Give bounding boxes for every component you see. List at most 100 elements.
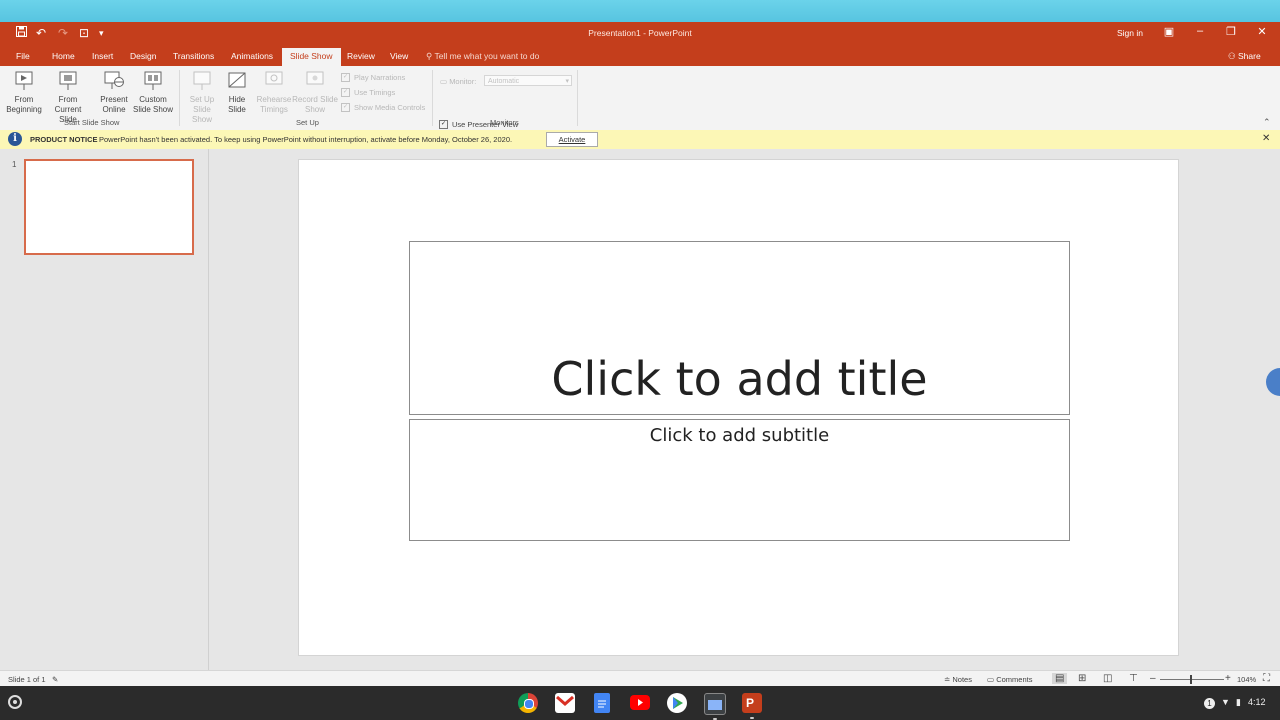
slide-editing-area: Click to add title Click to add subtitle <box>209 149 1280 670</box>
tab-file[interactable]: File <box>16 51 30 61</box>
wifi-icon[interactable]: ▼ <box>1221 697 1230 707</box>
zoom-level[interactable]: 104% <box>1237 675 1256 684</box>
close-icon[interactable]: ✕ <box>1254 25 1270 38</box>
slide-show-view-icon[interactable]: ⊤ <box>1129 673 1138 684</box>
notice-message: PowerPoint hasn't been activated. To kee… <box>99 135 513 144</box>
group-separator <box>577 70 578 126</box>
docs-icon[interactable] <box>594 693 610 713</box>
powerpoint-window: ↶ ↷ ⊡ ▾ Presentation1 - PowerPoint Sign … <box>0 22 1280 687</box>
slide-thumbnails-pane: 1 <box>0 149 209 670</box>
record-slide-show-button[interactable]: Record Slide Show <box>292 70 338 115</box>
battery-icon[interactable]: ▮ <box>1236 697 1241 708</box>
files-icon[interactable] <box>704 693 726 720</box>
tab-home[interactable]: Home <box>52 51 75 61</box>
notes-icon: ≐ <box>944 675 951 684</box>
slide-count: Slide 1 of 1 <box>8 675 46 684</box>
os-shelf: P 1 ▼ ▮ 4:12 <box>0 686 1280 720</box>
window-title: Presentation1 - PowerPoint <box>588 28 692 38</box>
comment-icon: ▭ <box>987 675 995 684</box>
zoom-slider-thumb[interactable] <box>1190 675 1192 684</box>
tab-design[interactable]: Design <box>130 51 156 61</box>
spelling-check-icon[interactable]: ✎ <box>52 675 58 684</box>
checkbox-checked-icon: ✓ <box>439 120 448 129</box>
side-panel-handle[interactable] <box>1266 368 1280 396</box>
activate-button[interactable]: Activate <box>546 132 598 147</box>
slideshow-beginning-icon <box>15 71 33 90</box>
share-button[interactable]: ⚇ Share <box>1228 51 1261 62</box>
clock-time[interactable]: 4:12 <box>1248 697 1266 707</box>
close-icon[interactable]: ✕ <box>1262 133 1270 144</box>
tab-animations[interactable]: Animations <box>231 51 273 61</box>
sign-in-link[interactable]: Sign in <box>1117 28 1143 38</box>
slide-sorter-icon[interactable]: ⊞ <box>1078 673 1086 684</box>
present-online-button[interactable]: Present Online <box>96 70 132 115</box>
slideshow-current-icon <box>59 71 77 90</box>
youtube-icon[interactable] <box>630 695 650 710</box>
tell-me-search[interactable]: ⚲ Tell me what you want to do <box>426 51 539 62</box>
title-placeholder[interactable]: Click to add title <box>409 241 1070 415</box>
zoom-in-icon[interactable]: + <box>1225 673 1231 684</box>
reading-view-icon[interactable]: ◫ <box>1103 673 1112 684</box>
notice-heading: PRODUCT NOTICE <box>30 135 98 144</box>
group-label-start-slide-show: Start Slide Show <box>64 118 120 127</box>
tab-transitions[interactable]: Transitions <box>173 51 214 61</box>
launcher-icon[interactable] <box>8 695 22 709</box>
tab-view[interactable]: View <box>390 51 408 61</box>
desktop-background <box>0 0 1280 22</box>
from-current-slide-button[interactable]: From Current Slide <box>45 70 91 125</box>
group-label-monitors: Monitors <box>490 118 519 127</box>
group-separator <box>179 70 180 126</box>
chevron-down-icon: ▾ <box>565 78 569 85</box>
lightbulb-icon: ⚲ <box>426 51 433 61</box>
collapse-ribbon-icon[interactable]: ⌃ <box>1263 117 1271 128</box>
monitor-label: ▭ Monitor: <box>440 77 477 86</box>
record-icon <box>306 71 324 85</box>
notes-button[interactable]: ≐ Notes <box>944 675 972 684</box>
chrome-icon[interactable] <box>518 693 538 713</box>
ribbon-display-options-icon[interactable]: ▣ <box>1161 25 1177 38</box>
present-online-icon <box>104 71 124 89</box>
product-notice-bar: i PRODUCT NOTICE PowerPoint hasn't been … <box>0 130 1280 150</box>
slide-thumbnail[interactable] <box>24 159 194 255</box>
subtitle-placeholder[interactable]: Click to add subtitle <box>409 419 1070 541</box>
custom-show-icon <box>144 71 162 90</box>
tab-slide-show[interactable]: Slide Show <box>282 48 341 66</box>
slide-canvas[interactable]: Click to add title Click to add subtitle <box>298 159 1179 656</box>
group-separator <box>432 70 433 126</box>
title-placeholder-text: Click to add title <box>551 352 928 406</box>
setup-show-icon <box>193 71 211 90</box>
hide-slide-button[interactable]: Hide Slide <box>222 70 252 115</box>
zoom-slider[interactable] <box>1160 679 1224 680</box>
rehearse-timings-button[interactable]: Rehearse Timings <box>254 70 294 115</box>
fit-to-window-icon[interactable]: ⛶ <box>1263 673 1270 684</box>
play-narrations-checkbox[interactable]: ✓ Play Narrations <box>341 73 405 82</box>
monitor-icon: ▭ <box>440 77 448 86</box>
status-bar: Slide 1 of 1 ✎ ≐ Notes ▭ Comments ▤ ⊞ ◫ … <box>0 670 1280 687</box>
hide-slide-icon <box>228 72 246 88</box>
thumbnail-number: 1 <box>12 160 17 169</box>
set-up-slide-show-button[interactable]: Set Up Slide Show <box>183 70 221 125</box>
monitor-dropdown[interactable]: Automatic ▾ <box>484 75 572 86</box>
minimize-icon[interactable]: – <box>1192 25 1208 37</box>
normal-view-icon[interactable]: ▤ <box>1052 673 1068 684</box>
zoom-out-icon[interactable]: – <box>1150 673 1156 684</box>
ribbon: From Beginning From Current Slide Presen… <box>0 66 1280 131</box>
use-timings-checkbox[interactable]: ✓ Use Timings <box>341 88 395 97</box>
restore-icon[interactable]: ❐ <box>1223 25 1239 38</box>
gmail-icon[interactable] <box>555 693 575 713</box>
custom-slide-show-button[interactable]: Custom Slide Show <box>131 70 175 115</box>
tab-review[interactable]: Review <box>347 51 375 61</box>
notification-count[interactable]: 1 <box>1204 698 1215 709</box>
from-beginning-button[interactable]: From Beginning <box>4 70 44 115</box>
tab-insert[interactable]: Insert <box>92 51 113 61</box>
play-store-icon[interactable] <box>667 693 687 713</box>
person-icon: ⚇ <box>1228 51 1236 61</box>
subtitle-placeholder-text: Click to add subtitle <box>649 425 830 446</box>
comments-button[interactable]: ▭ Comments <box>987 675 1032 684</box>
group-label-set-up: Set Up <box>296 118 319 127</box>
powerpoint-icon[interactable]: P <box>742 693 762 719</box>
info-icon: i <box>8 132 22 146</box>
ribbon-tabs: File Home Insert Design Transitions Anim… <box>0 46 1280 66</box>
title-bar: ↶ ↷ ⊡ ▾ Presentation1 - PowerPoint Sign … <box>0 22 1280 46</box>
show-media-controls-checkbox[interactable]: ✓ Show Media Controls <box>341 103 425 112</box>
